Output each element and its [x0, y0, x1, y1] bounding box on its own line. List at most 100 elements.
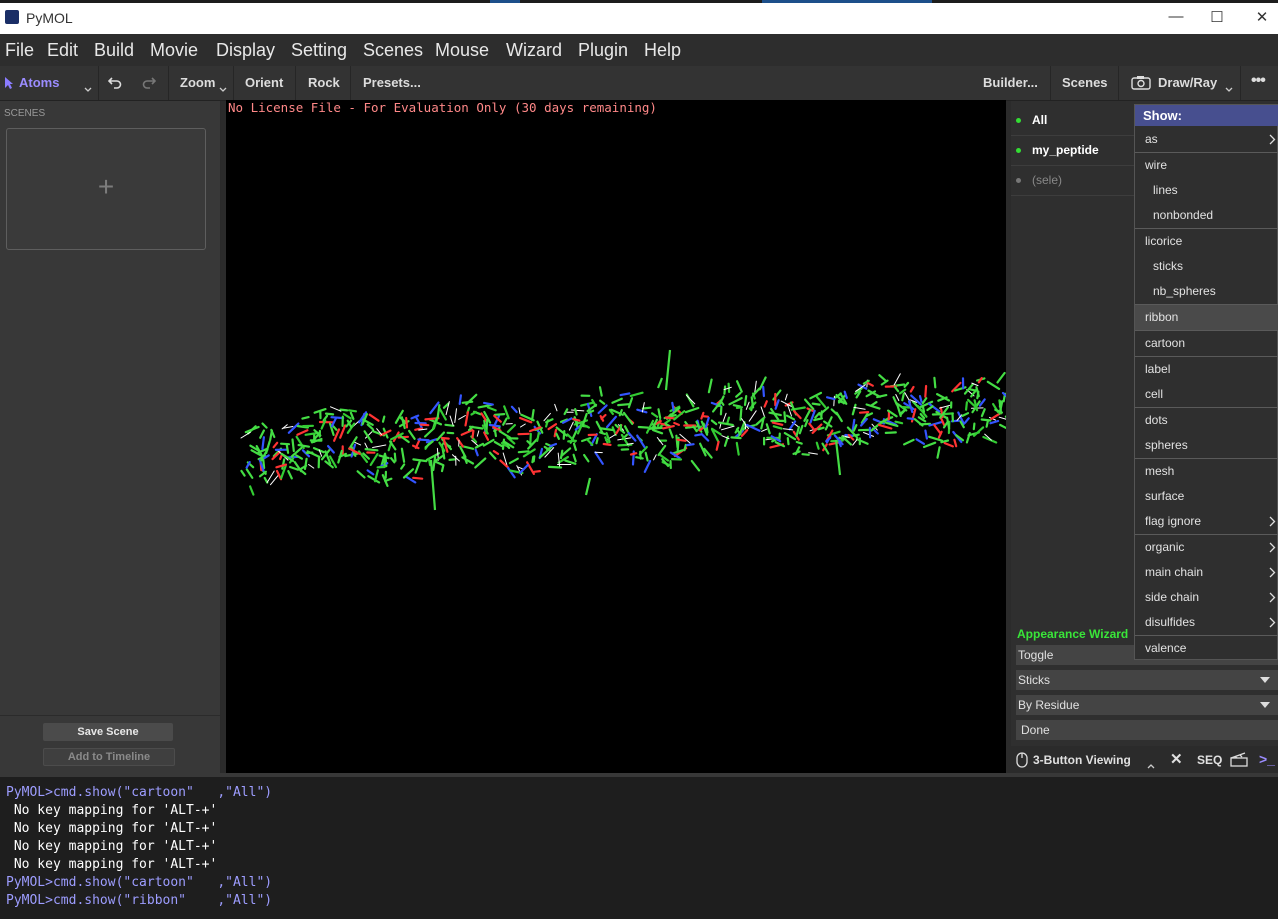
show-menu-item-label: surface — [1145, 489, 1185, 503]
show-menu-item-lines[interactable]: lines — [1135, 178, 1278, 203]
show-menu-item-mesh[interactable]: mesh — [1135, 459, 1278, 484]
show-menu-item-label: organic — [1145, 540, 1185, 554]
divider — [0, 715, 220, 716]
rock-button[interactable]: Rock — [308, 75, 340, 90]
menu-build[interactable]: Build — [94, 40, 134, 61]
menu-display[interactable]: Display — [216, 40, 275, 61]
show-menu-item-label: licorice — [1145, 234, 1183, 248]
show-menu-item-nb-spheres[interactable]: nb_spheres — [1135, 279, 1278, 304]
show-menu-item-label: cartoon — [1145, 336, 1186, 350]
show-menu-item-ribbon[interactable]: ribbon — [1135, 305, 1278, 330]
maximize-button[interactable]: ☐ — [1202, 8, 1232, 26]
dropdown-caret-icon — [1260, 677, 1270, 683]
show-menu-item-flag-ignore[interactable]: flag ignore — [1135, 509, 1278, 534]
menu-file[interactable]: File — [5, 40, 34, 61]
presets-button[interactable]: Presets... — [363, 75, 421, 90]
minimize-button[interactable]: — — [1161, 8, 1191, 25]
console-line: No key mapping for 'ALT-+' — [6, 857, 218, 872]
show-menu-item-main-chain[interactable]: main chain — [1135, 560, 1278, 585]
mouse-mode-selector[interactable]: 3-Button Viewing — [1033, 753, 1141, 767]
show-menu-item-label: side chain — [1145, 590, 1200, 604]
submenu-arrow-icon — [1269, 535, 1276, 561]
object-row-all[interactable]: All — [1011, 106, 1136, 136]
orient-button[interactable]: Orient — [245, 75, 283, 90]
console-line: No key mapping for 'ALT-+' — [6, 839, 218, 854]
show-menu-item-dots[interactable]: dots — [1135, 408, 1278, 433]
close-icon[interactable]: ✕ — [1170, 750, 1183, 768]
show-menu-item-label: dots — [1145, 413, 1168, 427]
wizard-done-button[interactable]: Done — [1016, 720, 1278, 740]
redo-icon[interactable] — [142, 75, 157, 94]
title-bar: PyMOL — ☐ ✕ — [0, 0, 1278, 34]
status-dot — [1016, 178, 1021, 183]
object-name: (sele) — [1032, 173, 1063, 187]
object-row-my-peptide[interactable]: my_peptide — [1011, 136, 1136, 166]
menu-edit[interactable]: Edit — [47, 40, 78, 61]
window-title: PyMOL — [26, 10, 73, 26]
show-menu-item-label: flag ignore — [1145, 514, 1202, 528]
show-menu-item-as[interactable]: as — [1135, 127, 1278, 152]
show-menu-item-valence[interactable]: valence — [1135, 636, 1278, 661]
scenes-button[interactable]: Scenes — [1062, 75, 1108, 90]
peptide-molecule — [240, 349, 1006, 511]
console-line: No key mapping for 'ALT-+' — [6, 803, 218, 818]
mode-selector[interactable]: Atoms — [19, 75, 59, 90]
pymol-logo-icon — [5, 10, 19, 24]
show-menu-item-label: cell — [1145, 387, 1164, 401]
console-line: No key mapping for 'ALT-+' — [6, 821, 218, 836]
submenu-arrow-icon — [1269, 509, 1276, 535]
undo-icon[interactable] — [107, 75, 122, 94]
show-menu-item-disulfides[interactable]: disulfides — [1135, 610, 1278, 635]
show-menu-item-spheres[interactable]: spheres — [1135, 433, 1278, 458]
show-menu-item-organic[interactable]: organic — [1135, 535, 1278, 560]
menu-setting[interactable]: Setting — [291, 40, 347, 61]
mode-chevron-icon[interactable] — [84, 80, 92, 98]
show-menu-item-sticks[interactable]: sticks — [1135, 254, 1278, 279]
add-to-timeline-button[interactable]: Add to Timeline — [43, 748, 175, 766]
menu-movie[interactable]: Movie — [150, 40, 198, 61]
save-scene-button[interactable]: Save Scene — [43, 723, 173, 741]
object-name: my_peptide — [1032, 143, 1099, 157]
mouse-mode-chevron-icon[interactable] — [1147, 756, 1155, 774]
show-menu-title: Show: — [1143, 108, 1182, 123]
more-options-icon[interactable]: ••• — [1251, 72, 1266, 90]
menu-help[interactable]: Help — [644, 40, 681, 61]
menu-mouse[interactable]: Mouse — [435, 40, 489, 61]
show-menu-item-surface[interactable]: surface — [1135, 484, 1278, 509]
object-row-sele[interactable]: (sele) — [1011, 166, 1136, 196]
add-scene-tile[interactable]: + — [6, 128, 206, 250]
zoom-chevron-icon[interactable] — [219, 80, 227, 98]
show-menu-item-cell[interactable]: cell — [1135, 382, 1278, 407]
menu-plugin[interactable]: Plugin — [578, 40, 628, 61]
movie-icon[interactable] — [1230, 752, 1248, 772]
console-line: PyMOL>cmd.show("ribbon" ,"All") — [6, 893, 273, 908]
show-menu-item-label[interactable]: label — [1135, 357, 1278, 382]
show-menu-item-nonbonded[interactable]: nonbonded — [1135, 203, 1278, 228]
command-prompt-button[interactable]: >_ — [1259, 751, 1278, 769]
molecule-viewport[interactable]: No License File - For Evaluation Only (3… — [226, 100, 1006, 773]
show-menu-item-label: disulfides — [1145, 615, 1196, 629]
wizard-color-dropdown[interactable]: By Residue — [1016, 695, 1278, 715]
show-menu-item-licorice[interactable]: licorice — [1135, 229, 1278, 254]
draw-ray-button[interactable]: Draw/Ray — [1158, 75, 1217, 90]
status-dot — [1016, 118, 1021, 123]
command-console[interactable]: PyMOL>cmd.show("cartoon" ,"All") No key … — [0, 773, 1278, 919]
show-menu-item-wire[interactable]: wire — [1135, 153, 1278, 178]
camera-icon[interactable] — [1131, 75, 1151, 95]
show-menu-item-label: ribbon — [1145, 310, 1179, 324]
builder-button[interactable]: Builder... — [983, 75, 1038, 90]
menu-scenes[interactable]: Scenes — [363, 40, 423, 61]
drawray-chevron-icon[interactable] — [1225, 80, 1233, 98]
show-menu-item-side-chain[interactable]: side chain — [1135, 585, 1278, 610]
wizard-row-label: Done — [1021, 723, 1050, 737]
menu-wizard[interactable]: Wizard — [506, 40, 562, 61]
show-menu-item-cartoon[interactable]: cartoon — [1135, 331, 1278, 356]
submenu-arrow-icon — [1269, 560, 1276, 586]
menu-bar: File Edit Build Movie Display Setting Sc… — [0, 34, 1278, 66]
sequence-toggle-button[interactable]: SEQ — [1197, 753, 1222, 767]
wizard-sticks-dropdown[interactable]: Sticks — [1016, 670, 1278, 690]
close-window-button[interactable]: ✕ — [1247, 8, 1277, 26]
show-menu: Show: as wire lines nonbonded licorice sticks… — [1134, 104, 1278, 660]
submenu-arrow-icon — [1269, 610, 1276, 636]
zoom-button[interactable]: Zoom — [180, 75, 215, 90]
